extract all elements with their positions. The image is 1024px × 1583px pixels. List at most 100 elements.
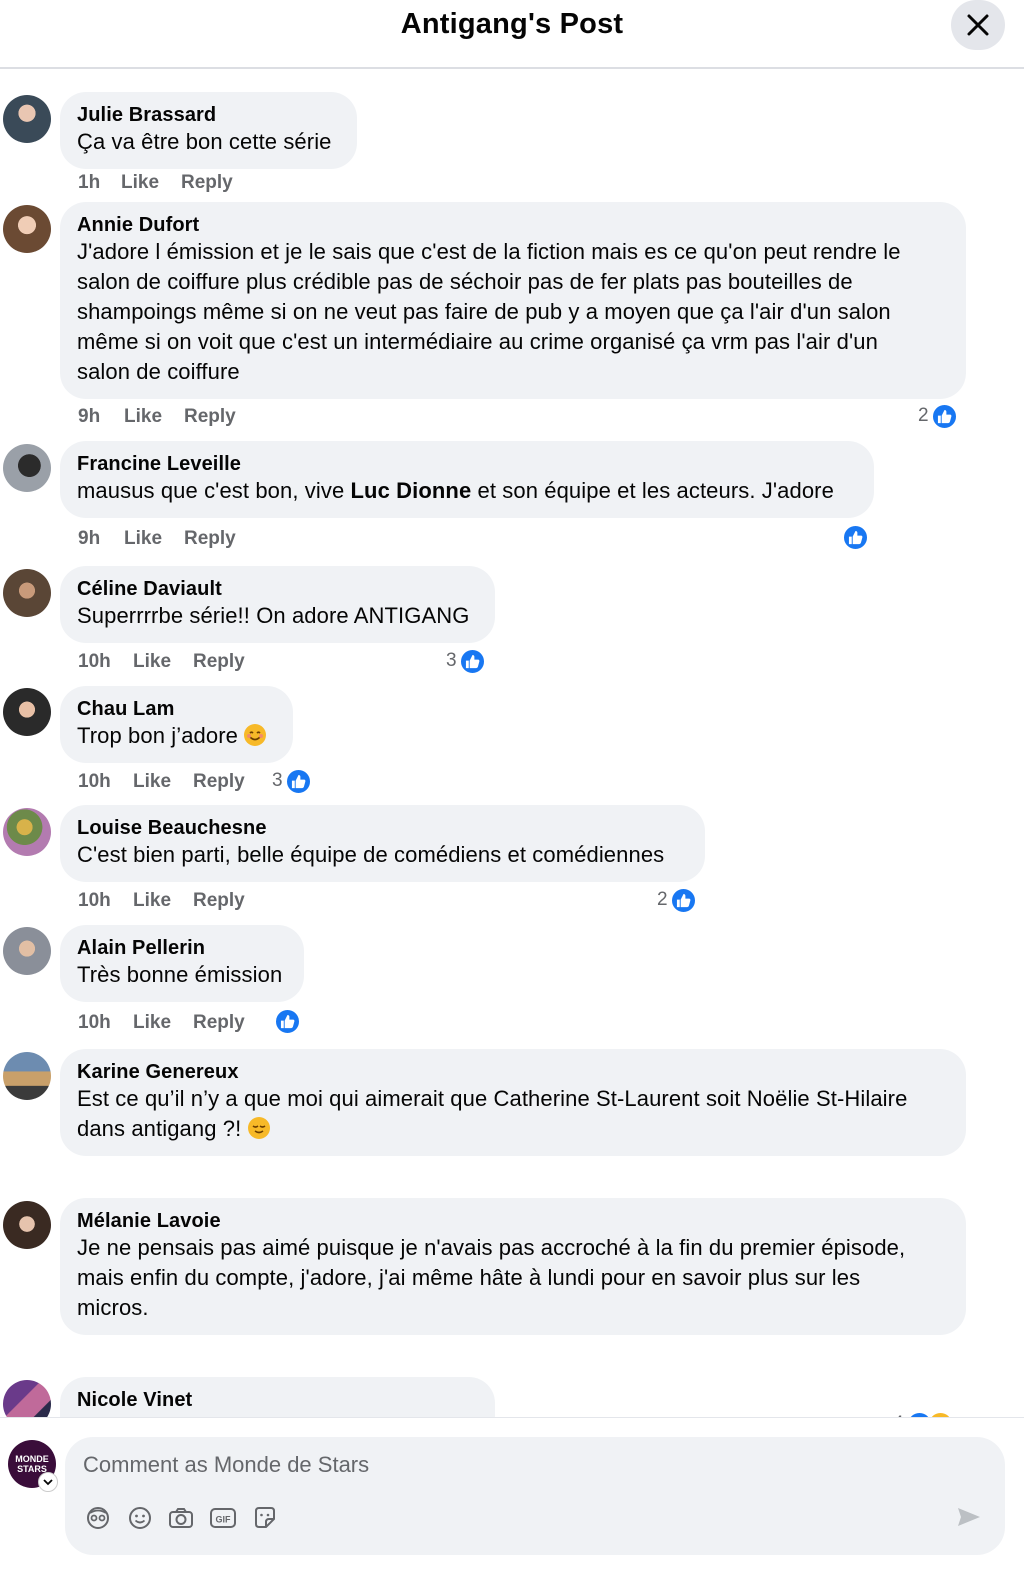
gif-icon[interactable]: GIF [208,1503,238,1533]
thumbs-up-icon [669,886,697,914]
comment-text: mausus que c'est bon, vive Luc Dionne et… [77,476,857,506]
comment-author[interactable]: Nicole Vinet [77,1388,478,1412]
comment-time[interactable]: 10h [78,1011,111,1035]
avatar[interactable] [3,1052,51,1100]
comment-time[interactable]: 1h [78,171,100,195]
avatar[interactable] [3,927,51,975]
like-button[interactable]: Like [133,650,171,674]
reaction-summary[interactable]: 2 [918,402,958,430]
avatar-logo-text: MONDE STARS [15,1454,49,1474]
comment-author[interactable]: Annie Dufort [77,213,949,237]
mention-link[interactable]: Luc Dionne [351,478,472,503]
reaction-summary[interactable]: 3 [446,647,486,675]
reaction-count: 3 [446,650,457,671]
comment-text: Superrrrbe série!! On adore ANTIGANG [77,603,470,628]
avatar[interactable] [3,569,51,617]
avatar-sticker-icon[interactable] [83,1503,113,1533]
avatar[interactable] [3,808,51,856]
page-title: Antigang's Post [400,8,624,40]
comment-text: Trop bon j’adore [77,721,276,751]
reply-button[interactable]: Reply [193,770,245,794]
sticker-icon[interactable] [250,1503,280,1533]
camera-icon[interactable] [166,1503,196,1533]
avatar[interactable] [3,1201,51,1249]
smiling-face-emoji [244,724,267,746]
comment-author[interactable]: Mélanie Lavoie [77,1209,949,1233]
comment-time[interactable]: 9h [78,405,100,429]
svg-text:GIF: GIF [216,1515,232,1525]
like-button[interactable]: Like [133,1011,171,1035]
comment-text-line: shampoings même si on ne veut pas faire … [77,299,891,324]
comment-bubble[interactable]: Karine Genereux Est ce qu’il n’y a que m… [60,1049,966,1156]
comment-composer: MONDE STARS GIF [0,1417,1024,1583]
comment-text-line: même si on voit que c'est un intermédiai… [77,329,878,354]
reply-button[interactable]: Reply [193,1011,245,1035]
comment-input-box[interactable]: GIF [65,1437,1005,1555]
close-icon [967,14,989,36]
post-header: Antigang's Post [0,0,1024,69]
comment-time[interactable]: 9h [78,527,100,551]
reply-button[interactable]: Reply [193,889,245,913]
reply-button[interactable]: Reply [193,650,245,674]
reaction-summary[interactable]: 2 [657,886,697,914]
comment-text: Très bonne émission [77,962,283,987]
comment-bubble[interactable]: Céline Daviault Superrrrbe série!! On ad… [60,566,495,643]
comment-time[interactable]: 10h [78,770,111,794]
avatar[interactable] [3,444,51,492]
reaction-count: 2 [918,405,929,426]
avatar[interactable] [3,1380,51,1417]
like-button[interactable]: Like [124,405,162,429]
comment-author[interactable]: Louise Beauchesne [77,816,688,840]
comment-time[interactable]: 10h [78,650,111,674]
like-button[interactable]: Like [121,171,159,195]
like-button[interactable]: Like [124,527,162,551]
comment-bubble[interactable]: Nicole Vinet [60,1377,495,1417]
comment-text-line: dans antigang ?! [77,1114,949,1144]
thumbs-up-icon [930,402,958,430]
comment-author[interactable]: Céline Daviault [77,577,478,601]
comment-author[interactable]: Karine Genereux [77,1060,949,1084]
comment-bubble[interactable]: Mélanie Lavoie Je ne pensais pas aimé pu… [60,1198,966,1335]
comment-author[interactable]: Julie Brassard [77,103,340,127]
like-button[interactable]: Like [133,770,171,794]
comment-bubble[interactable]: Alain Pellerin Très bonne émission [60,925,304,1002]
avatar[interactable] [3,688,51,736]
comment-bubble[interactable]: Louise Beauchesne C'est bien parti, bell… [60,805,705,882]
reply-button[interactable]: Reply [184,527,236,551]
comment-text-line: salon de coiffure plus crédible pas de s… [77,269,853,294]
comment-time[interactable]: 10h [78,889,111,913]
reply-button[interactable]: Reply [184,405,236,429]
thumbs-up-icon [842,523,869,551]
comment-bubble[interactable]: Chau Lam Trop bon j’adore [60,686,293,763]
comment-bubble[interactable]: Julie Brassard Ça va être bon cette séri… [60,92,357,169]
comment-bubble[interactable]: Annie Dufort J'adore l émission et je le… [60,202,966,399]
comment-text-part: Trop bon j’adore [77,723,238,748]
comment-text-line: J'adore l émission et je le sais que c'e… [77,239,901,264]
comment-author[interactable]: Francine Leveille [77,452,857,476]
comment-author[interactable]: Alain Pellerin [77,936,287,960]
comment-input[interactable] [83,1449,923,1481]
reaction-count: 2 [657,889,668,910]
comment-text-line: Est ce qu’il n’y a que moi qui aimerait … [77,1086,908,1111]
reaction-summary[interactable]: 3 [272,767,312,795]
comment-author[interactable]: Chau Lam [77,697,276,721]
avatar[interactable] [3,95,51,143]
reply-button[interactable]: Reply [181,171,233,195]
emoji-icon[interactable] [125,1503,155,1533]
chevron-down-icon[interactable] [38,1472,58,1492]
comment-bubble[interactable]: Francine Leveille mausus que c'est bon, … [60,441,874,518]
comment-text-line: Je ne pensais pas aimé puisque je n'avai… [77,1235,906,1260]
comment-text-part: dans antigang ?! [77,1116,242,1141]
comment-text-line: salon de coiffure [77,359,240,384]
comment-text-line: micros. [77,1295,149,1320]
like-button[interactable]: Like [133,889,171,913]
avatar[interactable] [3,205,51,253]
send-icon[interactable] [953,1501,985,1533]
comment-text-part: mausus que c'est bon, vive [77,478,351,503]
close-button[interactable] [951,0,1005,50]
reaction-summary[interactable] [842,523,869,551]
reaction-summary[interactable] [274,1007,301,1035]
comment-text-line: mais enfin du compte, j'adore, j'ai même… [77,1265,861,1290]
reaction-summary[interactable]: 4 [893,1410,954,1417]
comment-feed[interactable]: Julie Brassard Ça va être bon cette séri… [0,71,1024,1417]
